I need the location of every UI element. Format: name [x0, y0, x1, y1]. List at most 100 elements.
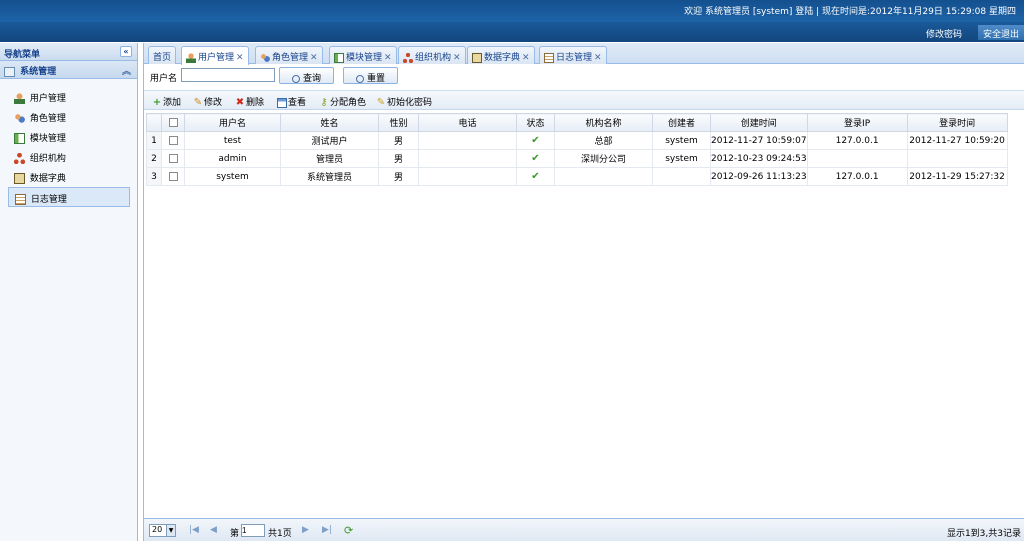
- sidebar-item-user[interactable]: 用户管理: [8, 87, 130, 107]
- row-number: 1: [146, 131, 162, 150]
- init-password-label: 初始化密码: [387, 98, 433, 108]
- column-header[interactable]: 姓名: [280, 113, 379, 132]
- add-button[interactable]: + 添加: [152, 95, 181, 108]
- table-row[interactable]: 2 admin 管理员 男 ✔ 深圳分公司 system 2012-10-23 …: [146, 149, 1008, 168]
- cell-org: 深圳分公司: [554, 149, 653, 168]
- cell-ip: [806, 149, 908, 168]
- init-password-button[interactable]: ✎ 初始化密码: [376, 95, 432, 108]
- query-button[interactable]: 查询: [279, 67, 334, 84]
- delete-icon: ✖: [235, 96, 245, 108]
- delete-label: 删除: [246, 98, 265, 108]
- tab-home[interactable]: 首页: [148, 46, 177, 64]
- system-icon: [4, 66, 15, 77]
- close-icon[interactable]: ✕: [453, 53, 461, 63]
- cell-phone: [418, 149, 517, 168]
- column-header[interactable]: 用户名: [184, 113, 281, 132]
- cell-ip: 127.0.0.1: [806, 167, 908, 186]
- column-header[interactable]: 机构名称: [554, 113, 653, 132]
- search-bar: 用户名 查询 重置: [144, 65, 1024, 87]
- cell-name: 系统管理员: [280, 167, 379, 186]
- user-grid: 用户名 姓名 性别 电话 状态 机构名称 创建者 创建时间 登录IP 登录时间 …: [146, 113, 1023, 186]
- column-header[interactable]: 电话: [418, 113, 517, 132]
- row-checkbox[interactable]: [161, 167, 185, 186]
- close-icon[interactable]: ✕: [236, 53, 244, 63]
- username-input[interactable]: [181, 68, 275, 82]
- change-password-link[interactable]: 修改密码: [926, 27, 962, 40]
- cell-creator: system: [652, 149, 711, 168]
- column-header[interactable]: 状态: [516, 113, 555, 132]
- cell-phone: [418, 131, 517, 150]
- column-header[interactable]: 创建时间: [710, 113, 808, 132]
- nav-section-system[interactable]: 系统管理 ︽: [0, 61, 137, 79]
- close-icon[interactable]: ✕: [594, 53, 602, 63]
- dictionary-icon: [472, 52, 482, 63]
- next-page-icon[interactable]: ▶: [302, 525, 309, 535]
- chevron-up-icon[interactable]: ︽: [122, 64, 131, 77]
- log-icon: [544, 52, 554, 63]
- delete-button[interactable]: ✖ 删除: [235, 95, 264, 108]
- column-header[interactable]: 性别: [378, 113, 419, 132]
- view-label: 查看: [288, 98, 307, 108]
- cell-gender: 男: [378, 149, 419, 168]
- last-page-icon[interactable]: ▶|: [322, 525, 332, 535]
- window-icon: [277, 97, 287, 108]
- close-icon[interactable]: ✕: [384, 53, 392, 63]
- cell-gender: 男: [378, 167, 419, 186]
- tab-user-management[interactable]: 用户管理 ✕: [181, 46, 249, 65]
- sidebar-item-org[interactable]: 组织机构: [8, 147, 130, 167]
- tab-log-management[interactable]: 日志管理 ✕: [539, 46, 607, 64]
- page-prefix-label: 第: [230, 529, 240, 539]
- logout-button[interactable]: 安全退出: [978, 25, 1024, 40]
- previous-page-icon[interactable]: ◀: [210, 525, 217, 535]
- assign-role-label: 分配角色: [330, 98, 367, 108]
- close-icon[interactable]: ✕: [310, 53, 318, 63]
- page-number-input[interactable]: [241, 524, 265, 537]
- module-icon: [14, 133, 25, 144]
- column-header[interactable]: 登录IP: [806, 113, 908, 132]
- user-table: 用户名 姓名 性别 电话 状态 机构名称 创建者 创建时间 登录IP 登录时间 …: [146, 113, 1008, 186]
- refresh-icon[interactable]: ⟳: [344, 524, 353, 537]
- chevron-down-icon: ▼: [166, 525, 175, 536]
- sidebar-item-log[interactable]: 日志管理: [8, 187, 130, 207]
- user-icon: [186, 52, 196, 63]
- row-number: 2: [146, 149, 162, 168]
- nav-section-label: 系统管理: [20, 67, 57, 77]
- checkbox-icon: [168, 171, 178, 181]
- cell-created: 2012-10-23 09:24:53: [710, 149, 808, 168]
- row-checkbox[interactable]: [161, 149, 185, 168]
- tab-role-management[interactable]: 角色管理 ✕: [255, 46, 323, 64]
- view-button[interactable]: 查看: [277, 95, 306, 108]
- edit-button[interactable]: ✎ 修改: [193, 95, 222, 108]
- tab-label: 角色管理: [272, 53, 309, 63]
- first-page-icon[interactable]: |◀: [189, 525, 199, 535]
- table-row[interactable]: 3 system 系统管理员 男 ✔ 2012-09-26 11:13:23 1…: [146, 167, 1008, 186]
- checkbox-icon: [168, 117, 178, 127]
- sidebar-item-module[interactable]: 模块管理: [8, 127, 130, 147]
- collapse-left-icon[interactable]: «: [120, 46, 132, 57]
- close-icon[interactable]: ✕: [522, 53, 530, 63]
- select-all-checkbox[interactable]: [161, 113, 185, 132]
- record-info: 显示1到3,共3记录: [946, 529, 1021, 539]
- sidebar-item-dictionary[interactable]: 数据字典: [8, 167, 130, 187]
- key-icon: ⚷: [320, 96, 328, 108]
- row-checkbox[interactable]: [161, 131, 185, 150]
- tab-module-management[interactable]: 模块管理 ✕: [329, 46, 397, 64]
- assign-role-button[interactable]: ⚷ 分配角色: [319, 95, 366, 108]
- cell-status: ✔: [516, 149, 555, 168]
- column-header[interactable]: 创建者: [652, 113, 711, 132]
- column-header[interactable]: 登录时间: [906, 113, 1008, 132]
- row-number-header: [146, 113, 162, 132]
- search-icon: [291, 74, 300, 83]
- welcome-text: 欢迎 系统管理员 [system] 登陆 | 现在时间是:2012年11月29日…: [684, 7, 1016, 17]
- cell-login: 2012-11-27 10:59:20: [906, 131, 1008, 150]
- sidebar-item-label: 组织机构: [29, 154, 66, 164]
- tab-organization[interactable]: 组织机构 ✕: [398, 46, 466, 64]
- page-size-select[interactable]: 20 ▼: [149, 524, 176, 537]
- reset-button[interactable]: 重置: [343, 67, 398, 84]
- sidebar-item-role[interactable]: 角色管理: [8, 107, 130, 127]
- tab-data-dictionary[interactable]: 数据字典 ✕: [467, 46, 535, 64]
- sidebar-item-label: 角色管理: [29, 114, 66, 124]
- page-total-label: 共1页: [268, 529, 292, 539]
- table-row[interactable]: 1 test 测试用户 男 ✔ 总部 system 2012-11-27 10:…: [146, 131, 1008, 150]
- pencil-icon: ✎: [193, 96, 203, 108]
